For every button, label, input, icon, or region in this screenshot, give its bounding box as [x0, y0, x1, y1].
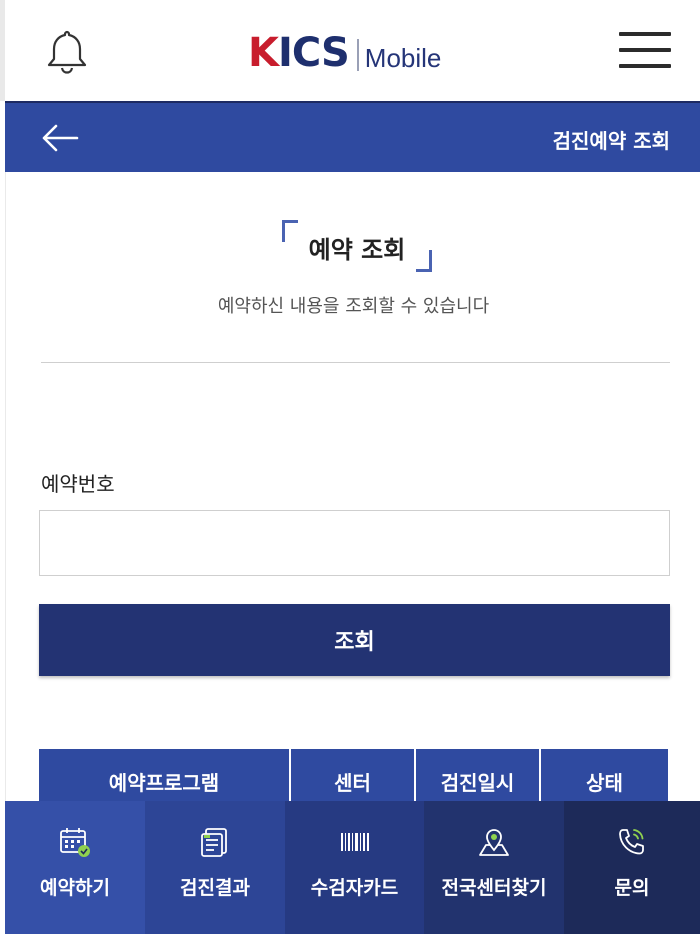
nav-label: 전국센터찾기 [441, 877, 547, 899]
calendar-check-icon [60, 828, 90, 857]
search-button[interactable]: 조회 [39, 604, 670, 676]
column-header-program: 예약프로그램 [39, 749, 291, 802]
phone-icon [619, 829, 644, 855]
back-arrow-icon[interactable] [41, 123, 79, 153]
bell-icon[interactable] [45, 28, 89, 74]
nav-item-reserve[interactable]: 예약하기 [5, 801, 145, 934]
app-logo[interactable]: KICS Mobile [248, 29, 441, 73]
logo-mobile-text: Mobile [364, 43, 442, 73]
nav-label: 문의 [614, 877, 650, 899]
column-header-status: 상태 [541, 749, 670, 802]
nav-label: 수검자카드 [310, 877, 399, 899]
column-header-center: 센터 [291, 749, 416, 802]
nav-item-examinee-card[interactable]: 수검자카드 [285, 801, 424, 934]
page-title-block: 예약 조회 [282, 220, 432, 272]
map-pin-icon [479, 829, 509, 856]
nav-label: 검진결과 [180, 877, 250, 899]
page-subtitle: 예약하신 내용을 조회할 수 있습니다 [217, 296, 490, 317]
logo-kics-text: KICS [248, 30, 350, 76]
top-bar: KICS Mobile [0, 0, 700, 101]
bottom-navigation: 예약하기 검진결과 수검자카드 전국센터찾기 문의 [5, 801, 700, 934]
title-bracket-bottom-right [416, 250, 432, 272]
column-header-datetime: 검진일시 [416, 749, 541, 802]
barcode-icon [340, 833, 369, 851]
section-divider [41, 362, 670, 363]
document-icon [201, 828, 227, 857]
main-content: 예약 조회 예약하신 내용을 조회할 수 있습니다 예약번호 조회 예약프로그램… [5, 172, 700, 802]
reservation-number-input[interactable] [39, 510, 670, 576]
sub-header-title: 검진예약 조회 [552, 129, 670, 153]
nav-item-find-center[interactable]: 전국센터찾기 [424, 801, 564, 934]
reservation-number-label: 예약번호 [41, 472, 115, 496]
logo-divider [356, 39, 359, 71]
nav-label: 예약하기 [40, 877, 110, 899]
sub-header: 검진예약 조회 [5, 101, 700, 172]
nav-item-results[interactable]: 검진결과 [145, 801, 285, 934]
nav-item-inquiry[interactable]: 문의 [564, 801, 700, 934]
hamburger-menu-icon[interactable] [619, 32, 671, 68]
results-table-header: 예약프로그램 센터 검진일시 상태 [39, 749, 670, 802]
page-title: 예약 조회 [308, 236, 406, 264]
